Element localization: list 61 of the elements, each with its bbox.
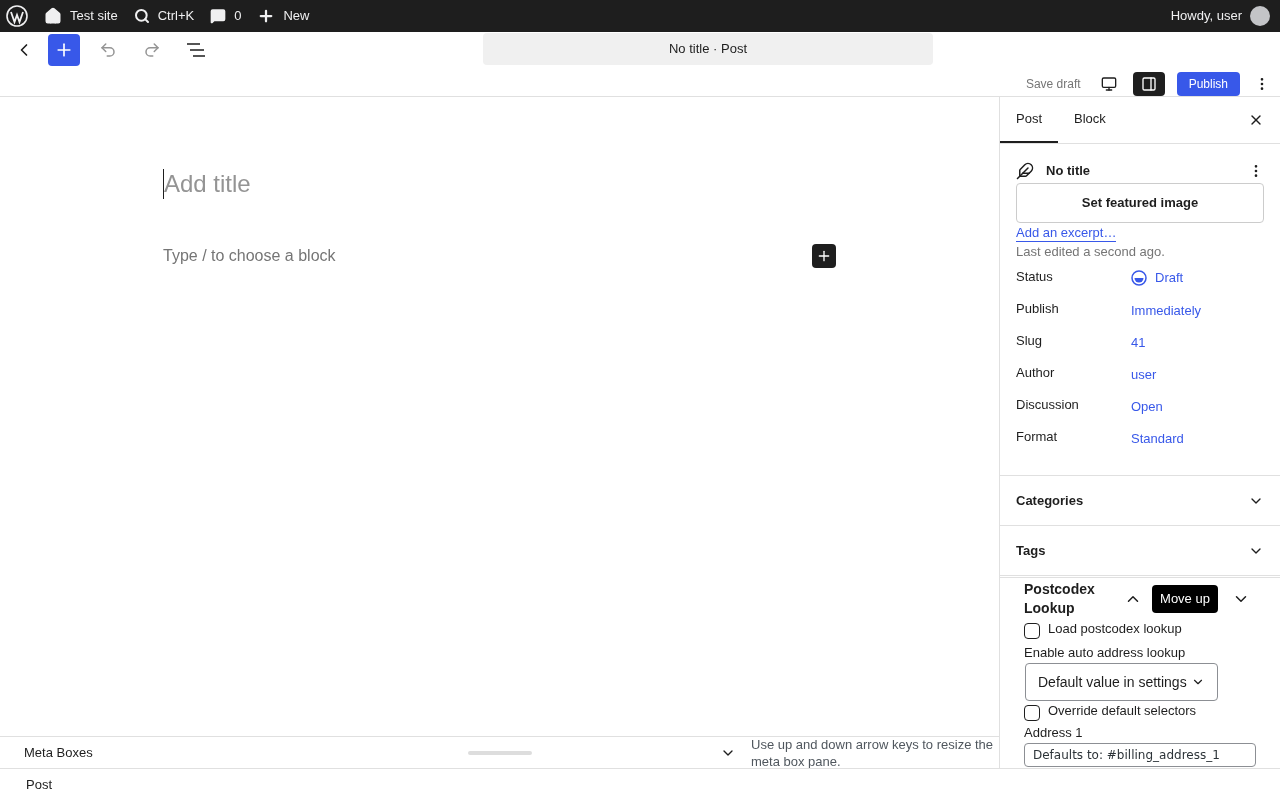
settings-button[interactable] [1132, 72, 1165, 96]
field-value-link[interactable]: 41 [1131, 333, 1146, 353]
undo-icon [99, 41, 117, 59]
checkbox-label: Override default selectors [1048, 702, 1197, 720]
checkbox[interactable] [1024, 622, 1040, 639]
field-label: Discussion [1016, 396, 1080, 414]
field-value-link[interactable]: Standard [1131, 429, 1184, 449]
breadcrumb-link[interactable]: Post [26, 774, 52, 795]
save-draft-button[interactable]: Save draft [1021, 75, 1085, 93]
sidebar-tab[interactable]: Post [1000, 97, 1058, 143]
account-link[interactable]: Howdy, user [1170, 6, 1274, 26]
home-icon [44, 7, 62, 25]
select-field[interactable]: Default value in settings [1025, 663, 1218, 701]
field-value-link[interactable]: Immediately [1131, 301, 1202, 321]
resize-hint: Use up and down arrow keys to resize the meta box pane. [751, 735, 995, 770]
field-value-link[interactable]: user [1131, 365, 1157, 385]
comments-link[interactable]: 0 [210, 6, 242, 26]
comment-icon [210, 8, 227, 24]
sidebar-panel-icon [1140, 76, 1157, 92]
document-title-bar[interactable]: No title · Post [483, 33, 933, 65]
field-label: Publish [1016, 300, 1060, 318]
field-label: Format [1016, 428, 1059, 446]
field-label: Status [1016, 268, 1054, 286]
field-label: Slug [1016, 332, 1044, 350]
publish-button[interactable]: Publish [1176, 72, 1240, 96]
excerpt-link[interactable]: Add an excerpt… [1016, 225, 1117, 242]
plus-icon [816, 248, 832, 264]
feather-icon [1016, 162, 1034, 180]
metabox-title: Postcodex Lookup [1024, 580, 1096, 618]
resize-handle[interactable] [468, 750, 532, 755]
last-edited-text: Last edited a second ago. [1016, 244, 1166, 260]
avatar-icon [1250, 6, 1270, 26]
field-label: Address 1 [1024, 723, 1084, 742]
add-block-button[interactable] [812, 244, 836, 268]
checkbox[interactable] [1024, 704, 1040, 721]
panel-header[interactable]: Tags [1000, 526, 1280, 576]
tooltip: Move up [1152, 585, 1218, 613]
new-link[interactable]: New [257, 6, 310, 26]
panel-title: Tags [1016, 541, 1046, 560]
sidebar-tab[interactable]: Block [1058, 97, 1122, 143]
site-link[interactable]: Test site [44, 6, 118, 26]
status-button[interactable]: Draft [1131, 268, 1184, 288]
list-view-icon [186, 43, 206, 57]
field-label: Author [1016, 364, 1056, 382]
meta-boxes-title: Meta Boxes [24, 743, 94, 762]
panel-title: Categories [1016, 491, 1084, 510]
field-value-link[interactable]: Open [1131, 397, 1163, 417]
checkbox-label: Load postcodex lookup [1048, 620, 1182, 638]
redo-icon [143, 41, 161, 59]
search-icon [133, 8, 150, 24]
half-circle-icon [1131, 269, 1147, 286]
post-title: No title [1046, 162, 1092, 181]
search-link[interactable]: Ctrl+K [133, 6, 195, 26]
input-field[interactable]: Defaults to: #billing_address_1 [1024, 743, 1256, 767]
set-featured-image-button[interactable]: Set featured image [1016, 183, 1264, 223]
wordpress-logo-icon[interactable] [6, 5, 28, 27]
field-label: Enable auto address lookup [1024, 643, 1187, 662]
block-placeholder[interactable]: Type / to choose a block [163, 244, 336, 268]
panel-header[interactable]: Categories [1000, 476, 1280, 526]
monitor-icon [1100, 76, 1117, 92]
add-block-button[interactable] [48, 34, 80, 66]
